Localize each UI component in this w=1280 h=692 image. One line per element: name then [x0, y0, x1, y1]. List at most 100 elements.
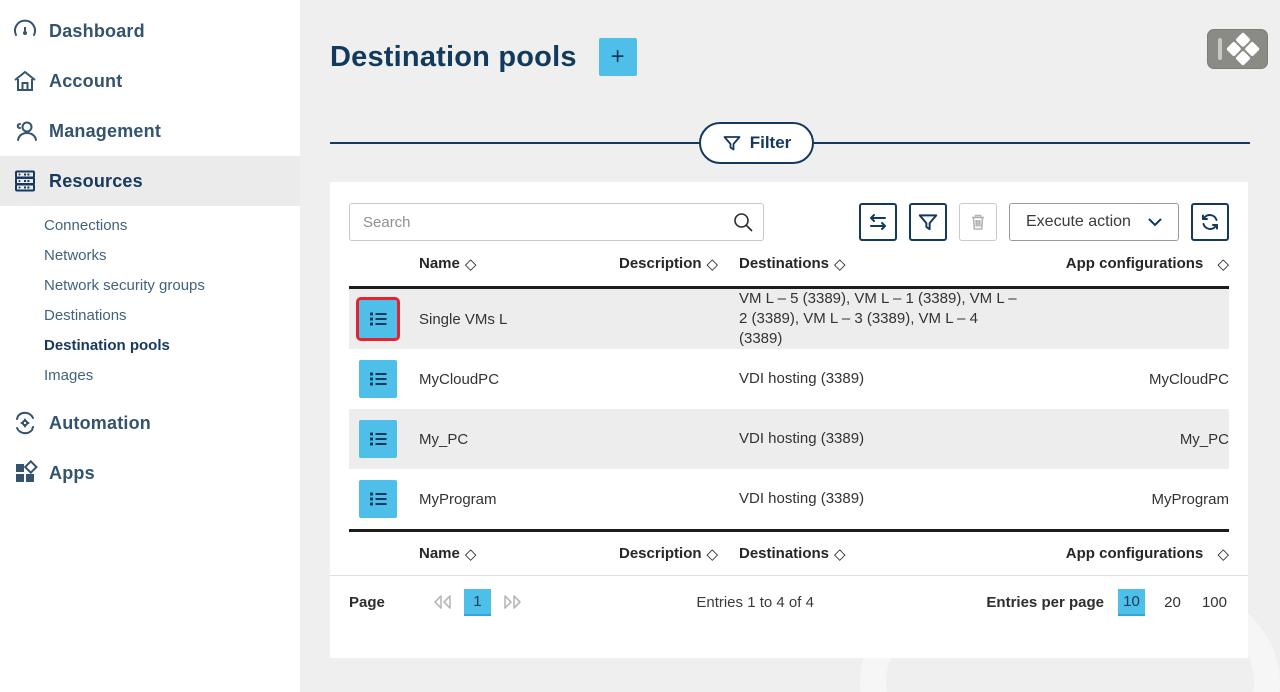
entries-per-page-label: Entries per page [986, 594, 1104, 611]
sort-icon: ◇ [465, 255, 477, 273]
sort-icon: ◇ [834, 255, 846, 273]
cell-name: My_PC [419, 431, 619, 448]
trash-icon [968, 212, 988, 232]
sidebar-item-dashboard[interactable]: Dashboard [0, 6, 300, 56]
funnel-icon [722, 133, 742, 153]
per-page-option-10[interactable]: 10 [1118, 589, 1145, 616]
sidebar-item-management[interactable]: Management [0, 106, 300, 156]
chevron-down-icon [1146, 213, 1164, 231]
per-page-option-20[interactable]: 20 [1159, 589, 1186, 616]
table-header: Name ◇ Description ◇ Destinations ◇ App … [349, 241, 1229, 289]
sidebar-item-network-security-groups[interactable]: Network security groups [0, 270, 300, 300]
sidebar-item-images[interactable]: Images [0, 360, 300, 390]
column-header-app-configurations[interactable]: App configurations ◇ [1034, 545, 1229, 563]
sort-icon: ◇ [707, 255, 719, 273]
sort-icon: ◇ [707, 545, 719, 563]
widget-overlay-button[interactable] [1207, 29, 1268, 69]
last-page-button[interactable] [500, 592, 524, 612]
search-input[interactable] [349, 203, 764, 241]
row-details-button[interactable] [359, 360, 397, 398]
sidebar-item-automation[interactable]: Automation [0, 398, 300, 448]
home-icon [12, 68, 38, 94]
cell-destinations: VDI hosting (3389) [739, 429, 1034, 449]
page-number-button[interactable]: 1 [464, 589, 491, 616]
sidebar-item-networks[interactable]: Networks [0, 240, 300, 270]
widget-bar [1218, 38, 1222, 60]
column-header-name[interactable]: Name ◇ [419, 255, 619, 273]
destination-pools-panel: Execute action Name ◇ [330, 182, 1248, 658]
page-header: Destination pools + [330, 38, 1248, 76]
apps-grid-icon [12, 460, 38, 486]
pagination-bar: Page 1 Entries 1 to 4 of 4 Entries [349, 576, 1229, 628]
sidebar-item-destinations[interactable]: Destinations [0, 300, 300, 330]
sidebar-item-account[interactable]: Account [0, 56, 300, 106]
sort-icon: ◇ [834, 545, 846, 563]
sort-icon: ◇ [1217, 545, 1229, 563]
sidebar-item-resources[interactable]: Resources [0, 156, 300, 206]
sidebar-item-label: Management [49, 121, 161, 142]
filter-bar: Filter [330, 122, 1248, 164]
row-details-button[interactable] [359, 300, 397, 338]
column-header-destinations[interactable]: Destinations ◇ [739, 545, 1034, 563]
sidebar: Dashboard Account Management Resources [0, 0, 300, 692]
funnel-icon [917, 211, 939, 233]
table-row[interactable]: My_PC VDI hosting (3389) My_PC [349, 409, 1229, 469]
cell-name: Single VMs L [419, 311, 619, 328]
cell-destinations: VM L – 5 (3389), VM L – 1 (3389), VM L –… [739, 289, 1034, 349]
column-header-description[interactable]: Description ◇ [619, 255, 739, 273]
table-body: Single VMs L VM L – 5 (3389), VM L – 1 (… [349, 289, 1229, 529]
add-destination-pool-button[interactable]: + [599, 38, 637, 76]
table-toolbar: Execute action [349, 203, 1229, 241]
cell-app-configurations: MyCloudPC [1034, 371, 1229, 388]
cell-app-configurations: MyProgram [1034, 491, 1229, 508]
sort-icon: ◇ [465, 545, 477, 563]
swap-columns-button[interactable] [859, 203, 897, 241]
cell-destinations: VDI hosting (3389) [739, 489, 1034, 509]
gauge-icon [12, 18, 38, 44]
table-footer-header: Name ◇ Description ◇ Destinations ◇ App … [349, 529, 1229, 575]
row-details-button[interactable] [359, 480, 397, 518]
sort-icon: ◇ [1217, 255, 1229, 273]
filter-button[interactable]: Filter [699, 122, 814, 164]
pinwheel-diamond-icon [1226, 32, 1260, 66]
column-header-app-configurations[interactable]: App configurations ◇ [1034, 255, 1229, 273]
user-gear-icon [12, 118, 38, 144]
entries-summary: Entries 1 to 4 of 4 [524, 594, 987, 611]
sidebar-item-label: Resources [49, 171, 143, 192]
list-icon [367, 488, 389, 510]
per-page-option-100[interactable]: 100 [1200, 589, 1229, 616]
servers-icon [12, 168, 38, 194]
resources-sub-menu: Connections Networks Network security gr… [0, 206, 300, 398]
page-title: Destination pools [330, 41, 577, 74]
sidebar-item-label: Automation [49, 413, 151, 434]
main-content: Destination pools + Filter [300, 0, 1280, 692]
column-header-destinations[interactable]: Destinations ◇ [739, 255, 1034, 273]
table-row[interactable]: MyCloudPC VDI hosting (3389) MyCloudPC [349, 349, 1229, 409]
cell-destinations: VDI hosting (3389) [739, 369, 1034, 389]
refresh-icon [1199, 211, 1221, 233]
delete-button[interactable] [959, 203, 997, 241]
list-icon [367, 308, 389, 330]
cell-name: MyCloudPC [419, 371, 619, 388]
cell-app-configurations: My_PC [1034, 431, 1229, 448]
search-icon [732, 211, 754, 238]
list-icon [367, 428, 389, 450]
row-details-button[interactable] [359, 420, 397, 458]
filter-table-button[interactable] [909, 203, 947, 241]
execute-action-dropdown[interactable]: Execute action [1009, 203, 1179, 241]
sidebar-item-label: Dashboard [49, 21, 145, 42]
sidebar-item-destination-pools[interactable]: Destination pools [0, 330, 300, 360]
sidebar-item-apps[interactable]: Apps [0, 448, 300, 498]
swap-arrows-icon [867, 211, 889, 233]
filter-button-label: Filter [750, 133, 792, 153]
gear-sync-icon [12, 410, 38, 436]
table-row[interactable]: Single VMs L VM L – 5 (3389), VM L – 1 (… [349, 289, 1229, 349]
sidebar-item-connections[interactable]: Connections [0, 210, 300, 240]
column-header-name[interactable]: Name ◇ [419, 545, 619, 563]
table-row[interactable]: MyProgram VDI hosting (3389) MyProgram [349, 469, 1229, 529]
column-header-description[interactable]: Description ◇ [619, 545, 739, 563]
sidebar-item-label: Account [49, 71, 122, 92]
refresh-button[interactable] [1191, 203, 1229, 241]
first-page-button[interactable] [431, 592, 455, 612]
sidebar-item-label: Apps [49, 463, 95, 484]
